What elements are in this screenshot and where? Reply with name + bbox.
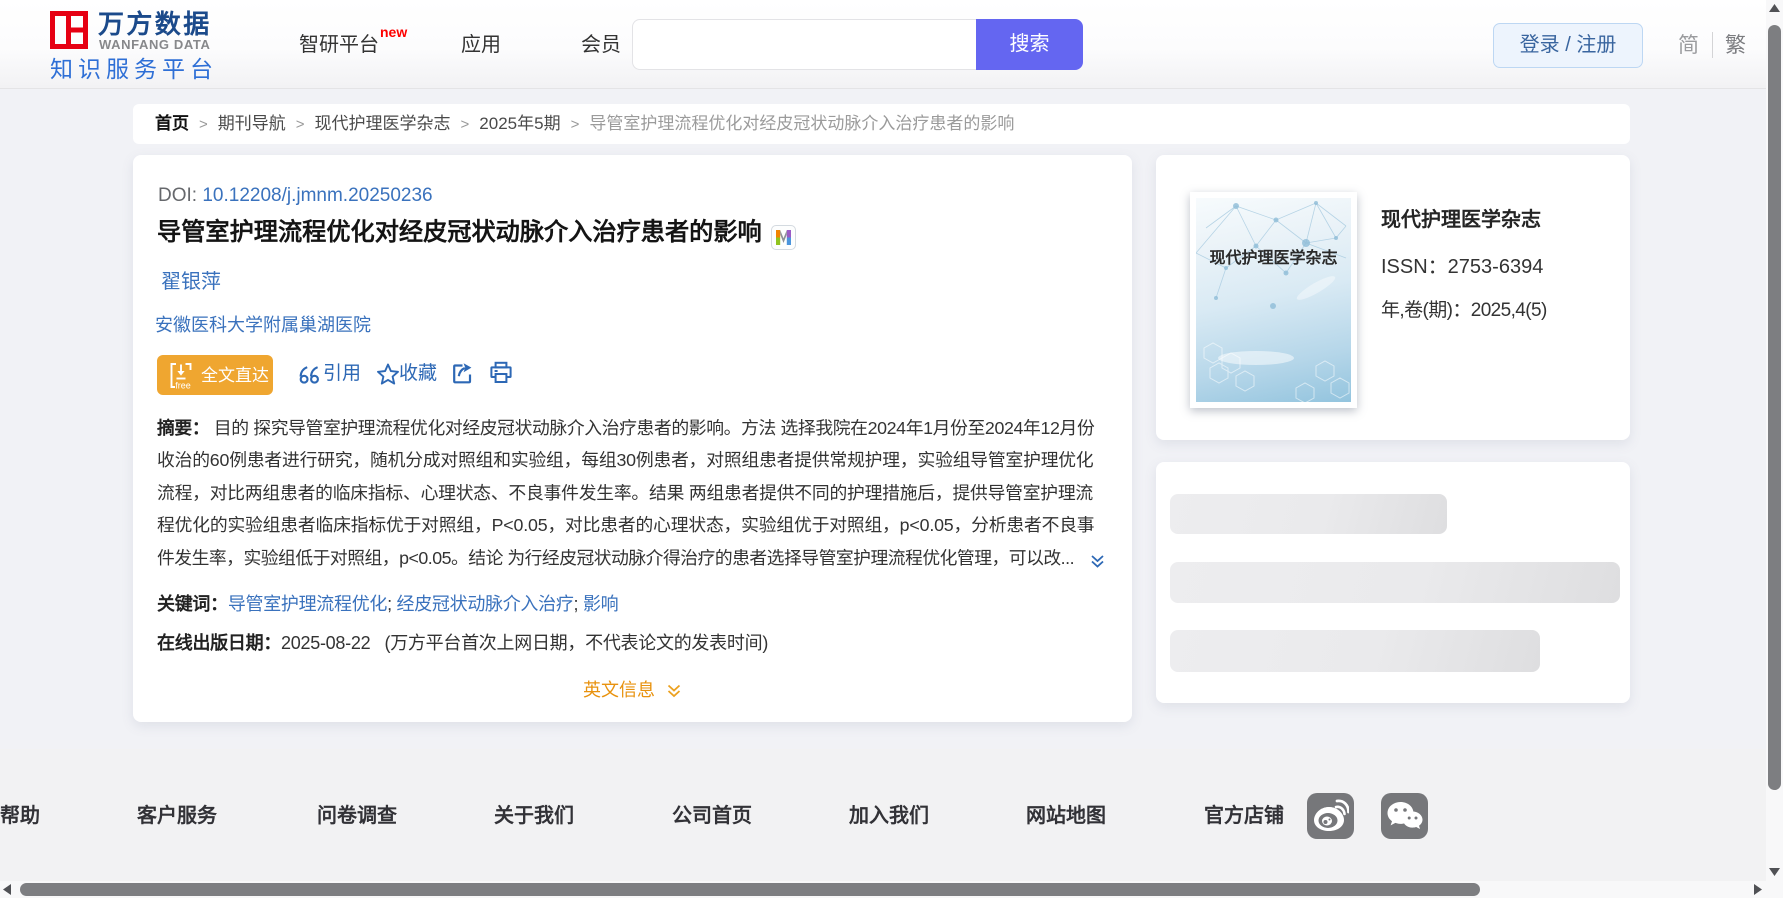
svg-text:free: free: [175, 381, 191, 391]
